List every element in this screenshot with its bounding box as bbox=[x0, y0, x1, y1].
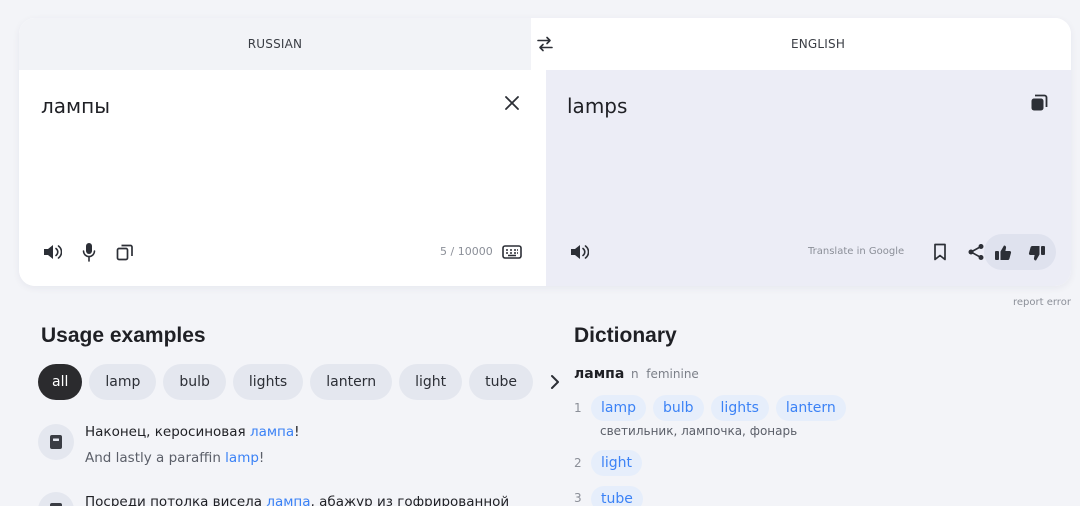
translate-in-google-link[interactable]: Translate in Google bbox=[808, 246, 904, 257]
filter-chip-tube[interactable]: tube bbox=[469, 364, 533, 400]
filter-chip-lights[interactable]: lights bbox=[232, 364, 304, 400]
gender-label: feminine bbox=[646, 367, 699, 381]
book-icon bbox=[38, 424, 74, 460]
example-source-line: Наконец, керосиновая лампа! bbox=[85, 424, 300, 441]
target-language-label: ENGLISH bbox=[790, 37, 846, 51]
usage-example-item: Наконец, керосиновая лампа! And lastly a… bbox=[38, 424, 300, 467]
book-icon bbox=[38, 492, 74, 506]
translation-chip[interactable]: lamp bbox=[591, 395, 646, 421]
example-source-highlight[interactable]: лампа bbox=[250, 424, 294, 440]
translation-chip[interactable]: light bbox=[591, 450, 643, 476]
example-source-text: Наконец, керосиновая bbox=[85, 424, 250, 440]
target-language-button[interactable]: ENGLISH bbox=[565, 18, 1071, 70]
source-text-input[interactable]: лампы bbox=[41, 94, 110, 118]
translation-chip[interactable]: tube bbox=[591, 486, 643, 506]
example-source-line: Посреди потолка висела лампа, абажур из … bbox=[85, 494, 509, 506]
part-of-speech: n feminine bbox=[631, 367, 699, 381]
filter-chip-lantern[interactable]: lantern bbox=[310, 364, 393, 400]
translation-chip[interactable]: lantern bbox=[775, 395, 846, 421]
speaker-icon[interactable] bbox=[568, 241, 590, 263]
report-error-link[interactable]: report error bbox=[1013, 297, 1071, 308]
translator-card: RUSSIAN ENGLISH лампы 5 / 10000 lamps Tr… bbox=[19, 18, 1071, 286]
sense-number: 3 bbox=[574, 491, 582, 505]
filter-chip-light[interactable]: light bbox=[399, 364, 463, 400]
bookmark-icon[interactable] bbox=[929, 241, 951, 263]
example-translation-text: ! bbox=[258, 450, 265, 466]
sense-translations: lamp bulb lights lantern bbox=[591, 395, 846, 421]
source-language-label: RUSSIAN bbox=[247, 37, 303, 51]
close-icon[interactable] bbox=[501, 92, 523, 114]
keyboard-icon[interactable] bbox=[501, 241, 523, 263]
sense-translations: tube bbox=[591, 486, 643, 506]
swap-arrows-icon[interactable] bbox=[536, 35, 554, 53]
source-pane: лампы 5 / 10000 bbox=[19, 70, 546, 286]
example-source-text: ! bbox=[294, 424, 300, 440]
feedback-vote-group bbox=[984, 234, 1056, 270]
thumbs-down-icon[interactable] bbox=[1026, 242, 1048, 264]
sense-synonyms: светильник, лампочка, фонарь bbox=[600, 424, 798, 438]
sense-translations: light bbox=[591, 450, 643, 476]
usage-filter-chips: all lamp bulb lights lantern light tube bbox=[38, 364, 566, 400]
dictionary-title: Dictionary bbox=[574, 324, 677, 347]
target-pane: lamps Translate in Google bbox=[546, 70, 1071, 286]
filter-chip-lamp[interactable]: lamp bbox=[89, 364, 157, 400]
example-source-text: Посреди потолка висела bbox=[85, 494, 267, 506]
usage-example-item: Посреди потолка висела лампа, абажур из … bbox=[38, 492, 509, 506]
character-counter: 5 / 10000 bbox=[440, 245, 493, 258]
translation-output: lamps bbox=[567, 94, 628, 118]
example-source-highlight[interactable]: лампа bbox=[266, 494, 310, 506]
source-language-button[interactable]: RUSSIAN bbox=[19, 18, 531, 70]
filter-chip-all[interactable]: all bbox=[38, 364, 83, 400]
example-translation-text: And lastly a paraffin bbox=[85, 450, 226, 466]
microphone-icon[interactable] bbox=[78, 241, 100, 263]
sense-number: 2 bbox=[574, 456, 582, 470]
chevron-right-icon[interactable] bbox=[544, 364, 566, 400]
copy-icon[interactable] bbox=[1028, 92, 1050, 114]
filter-chip-bulb[interactable]: bulb bbox=[163, 364, 226, 400]
example-translation-line: And lastly a paraffin lamp! bbox=[85, 450, 300, 467]
speaker-icon[interactable] bbox=[41, 241, 63, 263]
usage-examples-title: Usage examples bbox=[41, 324, 206, 347]
dictionary-lemma: лампа bbox=[574, 366, 625, 382]
pos-abbrev: n bbox=[631, 367, 639, 381]
example-translation-highlight[interactable]: lamp bbox=[225, 450, 259, 466]
copy-icon[interactable] bbox=[114, 241, 136, 263]
translation-chip[interactable]: bulb bbox=[653, 395, 704, 421]
translation-chip[interactable]: lights bbox=[710, 395, 769, 421]
thumbs-up-icon[interactable] bbox=[992, 241, 1014, 263]
sense-number: 1 bbox=[574, 401, 582, 415]
example-source-text: , абажур из гофрированной bbox=[310, 494, 510, 506]
